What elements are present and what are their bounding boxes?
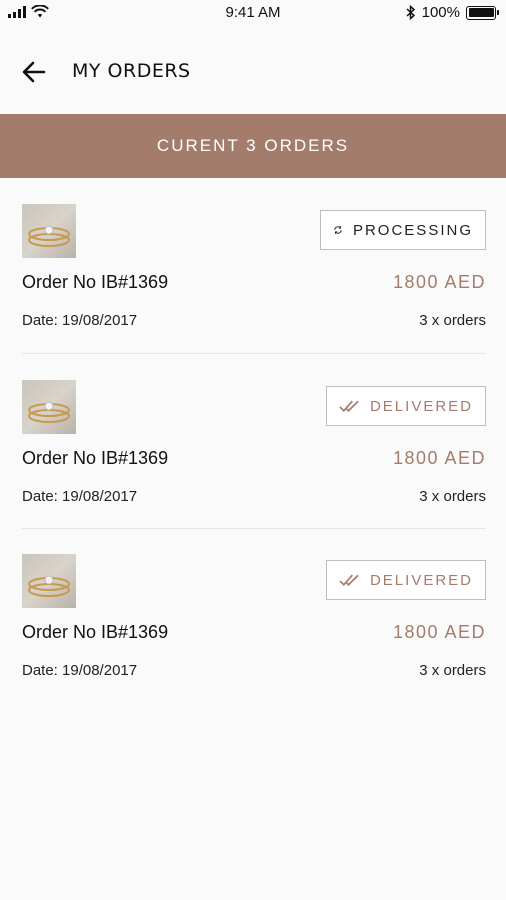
divider <box>22 353 486 354</box>
product-thumbnail <box>22 554 76 608</box>
status-bar: 9:41 AM 100% <box>0 0 506 26</box>
order-card[interactable]: PROCESSING Order No IB#1369 Date: 19/08/… <box>22 204 486 354</box>
double-check-icon <box>339 574 359 587</box>
order-card[interactable]: DELIVERED Order No IB#1369 Date: 19/08/2… <box>22 380 486 530</box>
order-title: Order No IB#1369 <box>22 448 169 468</box>
order-date: Date: 19/08/2017 <box>22 312 138 329</box>
arrow-left-icon <box>22 61 46 83</box>
order-count: 3 x orders <box>419 662 486 679</box>
status-label: PROCESSING <box>352 221 473 239</box>
back-button[interactable] <box>18 56 50 88</box>
order-card[interactable]: DELIVERED Order No IB#1369 Date: 19/08/2… <box>22 554 486 704</box>
order-count: 3 x orders <box>419 312 486 329</box>
order-count: 3 x orders <box>419 488 486 505</box>
refresh-icon <box>334 226 342 234</box>
order-title: Order No IB#1369 <box>22 272 169 292</box>
battery-percent: 100% <box>421 4 460 21</box>
bluetooth-icon <box>406 5 415 20</box>
status-label: DELIVERED <box>369 397 473 415</box>
order-price: 1800 AED <box>392 272 486 292</box>
double-check-icon <box>339 400 359 413</box>
status-badge-processing[interactable]: PROCESSING <box>320 210 486 250</box>
order-price: 1800 AED <box>392 622 486 642</box>
header: MY ORDERS <box>0 26 506 114</box>
page-title: MY ORDERS <box>72 60 191 82</box>
status-right: 100% <box>406 4 499 21</box>
order-title: Order No IB#1369 <box>22 622 169 642</box>
status-label: DELIVERED <box>369 571 473 589</box>
orders-banner: CURENT 3 ORDERS <box>0 114 506 178</box>
divider <box>22 528 486 529</box>
status-badge-delivered[interactable]: DELIVERED <box>326 560 486 600</box>
battery-icon <box>466 5 499 20</box>
status-badge-delivered[interactable]: DELIVERED <box>326 386 486 426</box>
order-date: Date: 19/08/2017 <box>22 488 138 505</box>
banner-text: CURENT 3 ORDERS <box>156 136 350 155</box>
order-date: Date: 19/08/2017 <box>22 662 138 679</box>
order-price: 1800 AED <box>392 448 486 468</box>
product-thumbnail <box>22 204 76 258</box>
product-thumbnail <box>22 380 76 434</box>
